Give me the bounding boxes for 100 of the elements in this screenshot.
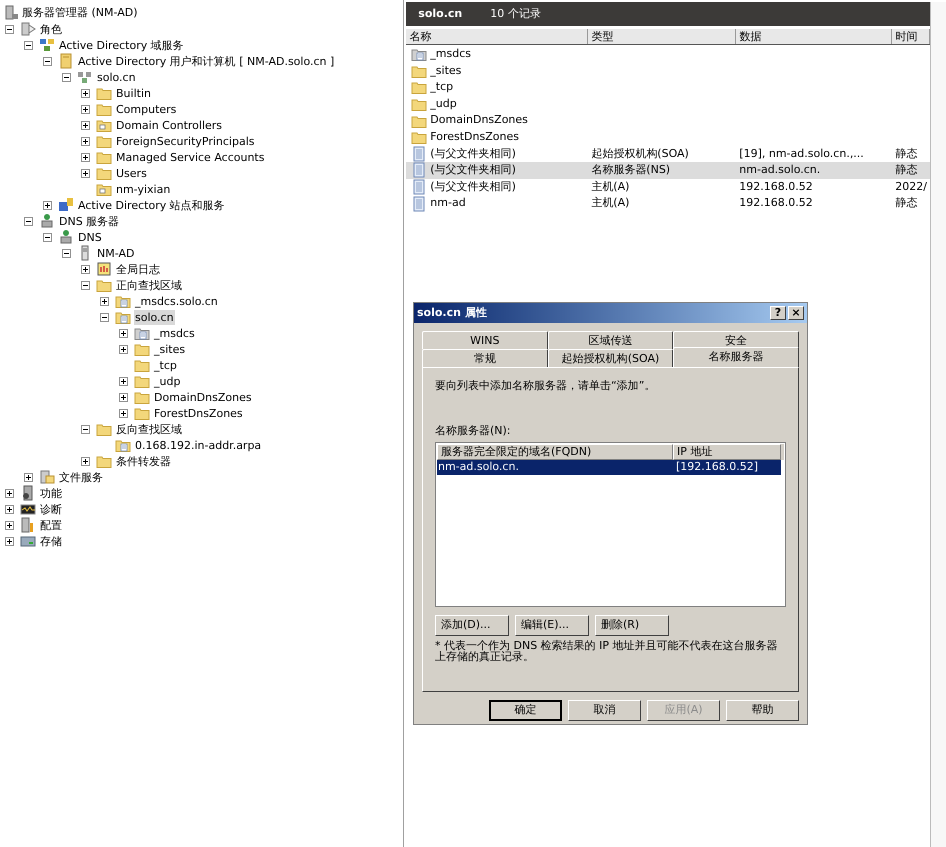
dialog-tab[interactable]: 起始授权机构(SOA) [548, 349, 674, 367]
expand-toggle[interactable] [5, 504, 14, 514]
tree-item[interactable]: 功能 [39, 486, 63, 500]
ip-cell-text: [192.168.0.52] [675, 459, 760, 476]
list-action-button[interactable]: 编辑(E)... [515, 615, 589, 636]
tree-item[interactable]: 诊断 [39, 502, 63, 516]
expand-toggle[interactable] [100, 296, 109, 306]
tree-item[interactable]: solo.cn [96, 70, 137, 84]
tree-item[interactable]: 条件转发器 [115, 454, 172, 468]
expand-toggle[interactable] [5, 488, 14, 498]
tree-item[interactable]: _tcp [153, 358, 178, 372]
record-row[interactable]: _msdcs [406, 46, 930, 63]
tree-item[interactable]: 反向查找区域 [115, 422, 183, 436]
expand-toggle[interactable] [119, 408, 128, 418]
record-row[interactable]: (与父文件夹相同) 名称服务器(NS) nm-ad.solo.cn. 静态 [406, 162, 930, 179]
dialog-button[interactable]: 确定 [489, 700, 562, 721]
expand-toggle[interactable] [5, 536, 14, 546]
column-header[interactable]: 类型 [588, 29, 736, 44]
collapse-toggle[interactable] [62, 248, 71, 258]
list-action-button[interactable]: 添加(D)... [435, 615, 509, 636]
record-row[interactable]: ForestDnsZones [406, 128, 930, 146]
tree-item[interactable]: DNS [77, 230, 103, 244]
tree-item[interactable]: Active Directory 用户和计算机 [ NM-AD.solo.cn ] [77, 54, 336, 68]
expand-toggle[interactable] [5, 520, 14, 530]
name-server-row[interactable]: nm-ad.solo.cn. [192.168.0.52] [437, 460, 781, 475]
record-row[interactable]: _tcp [406, 79, 930, 96]
dialog-button[interactable]: 帮助 [726, 700, 799, 721]
expand-toggle[interactable] [81, 456, 90, 466]
collapse-toggle[interactable] [43, 232, 52, 242]
dialog-tab[interactable]: 常规 [422, 349, 548, 367]
expand-toggle[interactable] [119, 392, 128, 402]
tree-item[interactable]: Computers [115, 102, 178, 116]
tree-item[interactable]: Active Directory 域服务 [58, 38, 185, 52]
tree-item[interactable]: DNS 服务器 [58, 214, 120, 228]
list-action-button[interactable]: 删除(R) [595, 615, 669, 636]
expand-toggle[interactable] [119, 376, 128, 386]
tree-item[interactable]: 正向查找区域 [115, 278, 183, 292]
tree-root[interactable]: 服务器管理器 (NM-AD) [22, 4, 138, 22]
tree-item[interactable]: Users [115, 166, 148, 180]
dialog-tab[interactable]: 区域传送 [548, 331, 674, 349]
tree-item[interactable]: _msdcs [153, 326, 196, 340]
expand-toggle[interactable] [81, 104, 90, 114]
tree-item[interactable]: 配置 [39, 518, 63, 532]
help-button[interactable]: ? [770, 306, 786, 320]
tree-item[interactable]: 存储 [39, 534, 63, 548]
expand-toggle[interactable] [81, 120, 90, 130]
expand-toggle[interactable] [81, 168, 90, 178]
record-name: DomainDnsZones [430, 112, 528, 128]
tree-item[interactable]: 0.168.192.in-addr.arpa [134, 438, 262, 452]
expand-toggle[interactable] [81, 264, 90, 274]
tree-item[interactable]: 文件服务 [58, 470, 104, 484]
tree-item[interactable]: DomainDnsZones [153, 390, 253, 404]
record-row[interactable]: _sites [406, 62, 930, 80]
tree-item[interactable]: Builtin [115, 86, 152, 100]
tree-item[interactable]: ForeignSecurityPrincipals [115, 134, 256, 148]
column-header[interactable]: 名称 [406, 29, 588, 44]
record-row[interactable]: (与父文件夹相同) 起始授权机构(SOA) [19], nm-ad.solo.cn.,... 静态 [406, 146, 930, 162]
column-header[interactable]: IP 地址 [673, 444, 781, 460]
collapse-toggle[interactable] [100, 312, 109, 322]
expand-toggle[interactable] [81, 88, 90, 98]
fqdn-cell-text: nm-ad.solo.cn. [437, 459, 520, 476]
tree-item[interactable]: _udp [153, 374, 182, 388]
tree-item[interactable]: nm-yixian [115, 182, 172, 196]
record-row[interactable]: (与父文件夹相同) 主机(A) 192.168.0.52 2022/ [406, 178, 930, 196]
tree-item[interactable]: Managed Service Accounts [115, 150, 266, 164]
dialog-tab[interactable]: WINS [422, 331, 548, 349]
collapse-toggle[interactable] [62, 72, 71, 82]
record-type: 主机(A) [591, 180, 630, 193]
tree-item[interactable]: 全局日志 [115, 262, 161, 276]
name-server-list[interactable]: 服务器完全限定的域名(FQDN) IP 地址 nm-ad.solo.cn. [192.168.0.52] [435, 442, 786, 607]
tree-item[interactable]: _msdcs.solo.cn [134, 294, 219, 308]
dialog-tab[interactable]: 名称服务器 [673, 347, 800, 367]
expand-toggle[interactable] [81, 136, 90, 146]
tree-item[interactable]: ForestDnsZones [153, 406, 244, 420]
scrollbar[interactable] [930, 2, 946, 847]
tree-item[interactable]: 角色 [39, 22, 63, 36]
record-row[interactable]: DomainDnsZones [406, 112, 930, 129]
expand-toggle[interactable] [119, 344, 128, 354]
expand-toggle[interactable] [81, 152, 90, 162]
tree-item[interactable]: Active Directory 站点和服务 [77, 198, 226, 212]
tree-item[interactable]: _sites [153, 342, 186, 356]
collapse-toggle[interactable] [24, 216, 33, 226]
expand-toggle[interactable] [43, 200, 52, 210]
collapse-toggle[interactable] [43, 56, 52, 66]
record-row[interactable]: nm-ad 主机(A) 192.168.0.52 静态 [406, 195, 930, 212]
expand-toggle[interactable] [24, 472, 33, 482]
record-time: 静态 [895, 163, 918, 176]
column-header[interactable]: 数据 [736, 29, 892, 44]
collapse-toggle[interactable] [5, 24, 14, 34]
record-row[interactable]: _udp [406, 96, 930, 112]
tree-item[interactable]: Domain Controllers [115, 118, 224, 132]
tree-item[interactable]: solo.cn [134, 310, 175, 324]
collapse-toggle[interactable] [24, 40, 33, 50]
tree-item[interactable]: NM-AD [96, 246, 136, 260]
expand-toggle[interactable] [119, 328, 128, 338]
collapse-toggle[interactable] [81, 280, 90, 290]
dialog-button[interactable]: 取消 [568, 700, 641, 721]
collapse-toggle[interactable] [81, 424, 90, 434]
column-header[interactable]: 服务器完全限定的域名(FQDN) [437, 444, 673, 460]
close-button[interactable]: × [788, 306, 804, 320]
